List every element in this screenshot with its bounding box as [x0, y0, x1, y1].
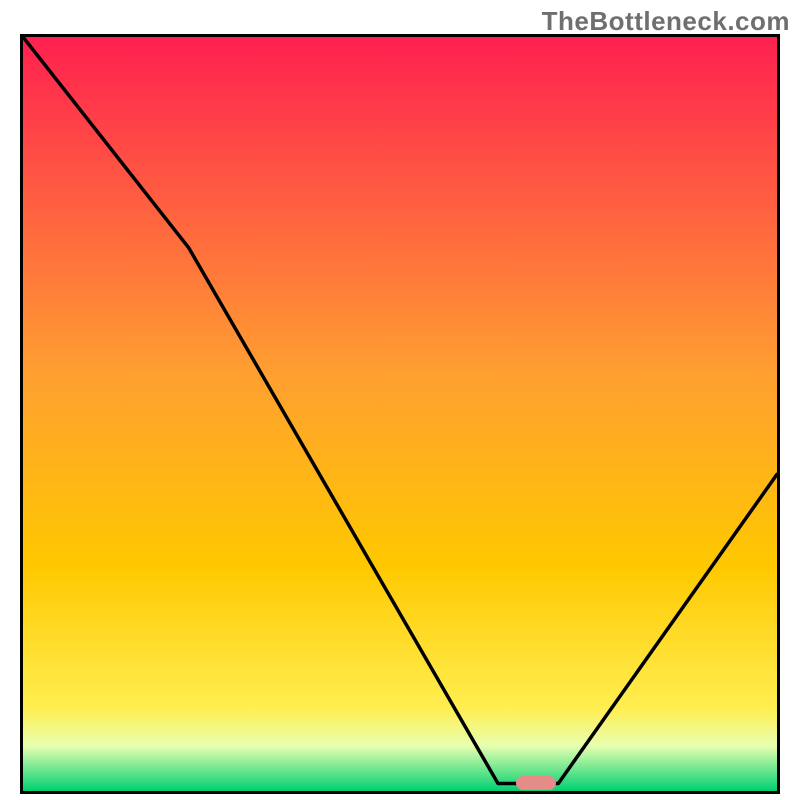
chart-stage: TheBottleneck.com — [0, 0, 800, 800]
watermark-text: TheBottleneck.com — [542, 6, 790, 37]
chart-svg — [23, 37, 777, 791]
chart-frame — [20, 34, 780, 794]
gradient-background — [23, 37, 777, 791]
optimal-marker — [516, 776, 556, 790]
